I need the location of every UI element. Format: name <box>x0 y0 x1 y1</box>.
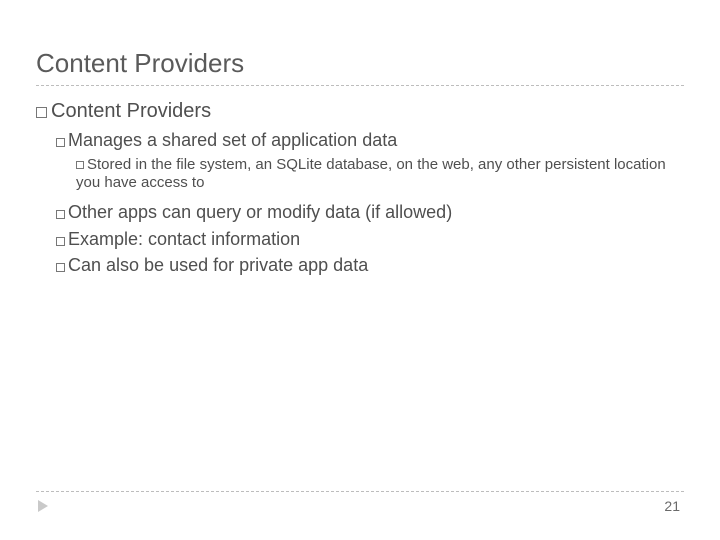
bullet-level3: Stored in the file system, an SQLite dat… <box>76 156 684 194</box>
square-bullet-icon <box>56 237 65 246</box>
divider-top <box>36 85 684 86</box>
slide-title: Content Providers <box>36 48 684 79</box>
footer: 21 <box>36 491 684 514</box>
divider-bottom <box>36 491 684 492</box>
bullet-text: Content Providers <box>51 100 211 122</box>
bullet-level2: Manages a shared set of application data <box>56 129 684 152</box>
page-number: 21 <box>664 498 680 514</box>
bullet-text: Example: contact information <box>68 229 300 249</box>
square-bullet-icon <box>56 210 65 219</box>
square-bullet-icon <box>56 263 65 272</box>
triangle-icon <box>38 500 48 512</box>
bullet-level2: Other apps can query or modify data (if … <box>56 201 684 224</box>
bullet-text: Other apps can query or modify data (if … <box>68 202 452 222</box>
bullet-level1: Content Providers <box>36 100 684 123</box>
bullet-text: Manages a shared set of application data <box>68 130 397 150</box>
square-bullet-icon <box>56 138 65 147</box>
square-bullet-icon <box>36 107 47 118</box>
footer-row: 21 <box>36 498 684 514</box>
slide: Content Providers Content Providers Mana… <box>0 0 720 540</box>
square-bullet-icon <box>76 161 84 169</box>
bullet-level2: Example: contact information <box>56 228 684 251</box>
bullet-text: Stored in the file system, an SQLite dat… <box>76 156 666 192</box>
bullet-text: Can also be used for private app data <box>68 255 368 275</box>
bullet-level2: Can also be used for private app data <box>56 254 684 277</box>
